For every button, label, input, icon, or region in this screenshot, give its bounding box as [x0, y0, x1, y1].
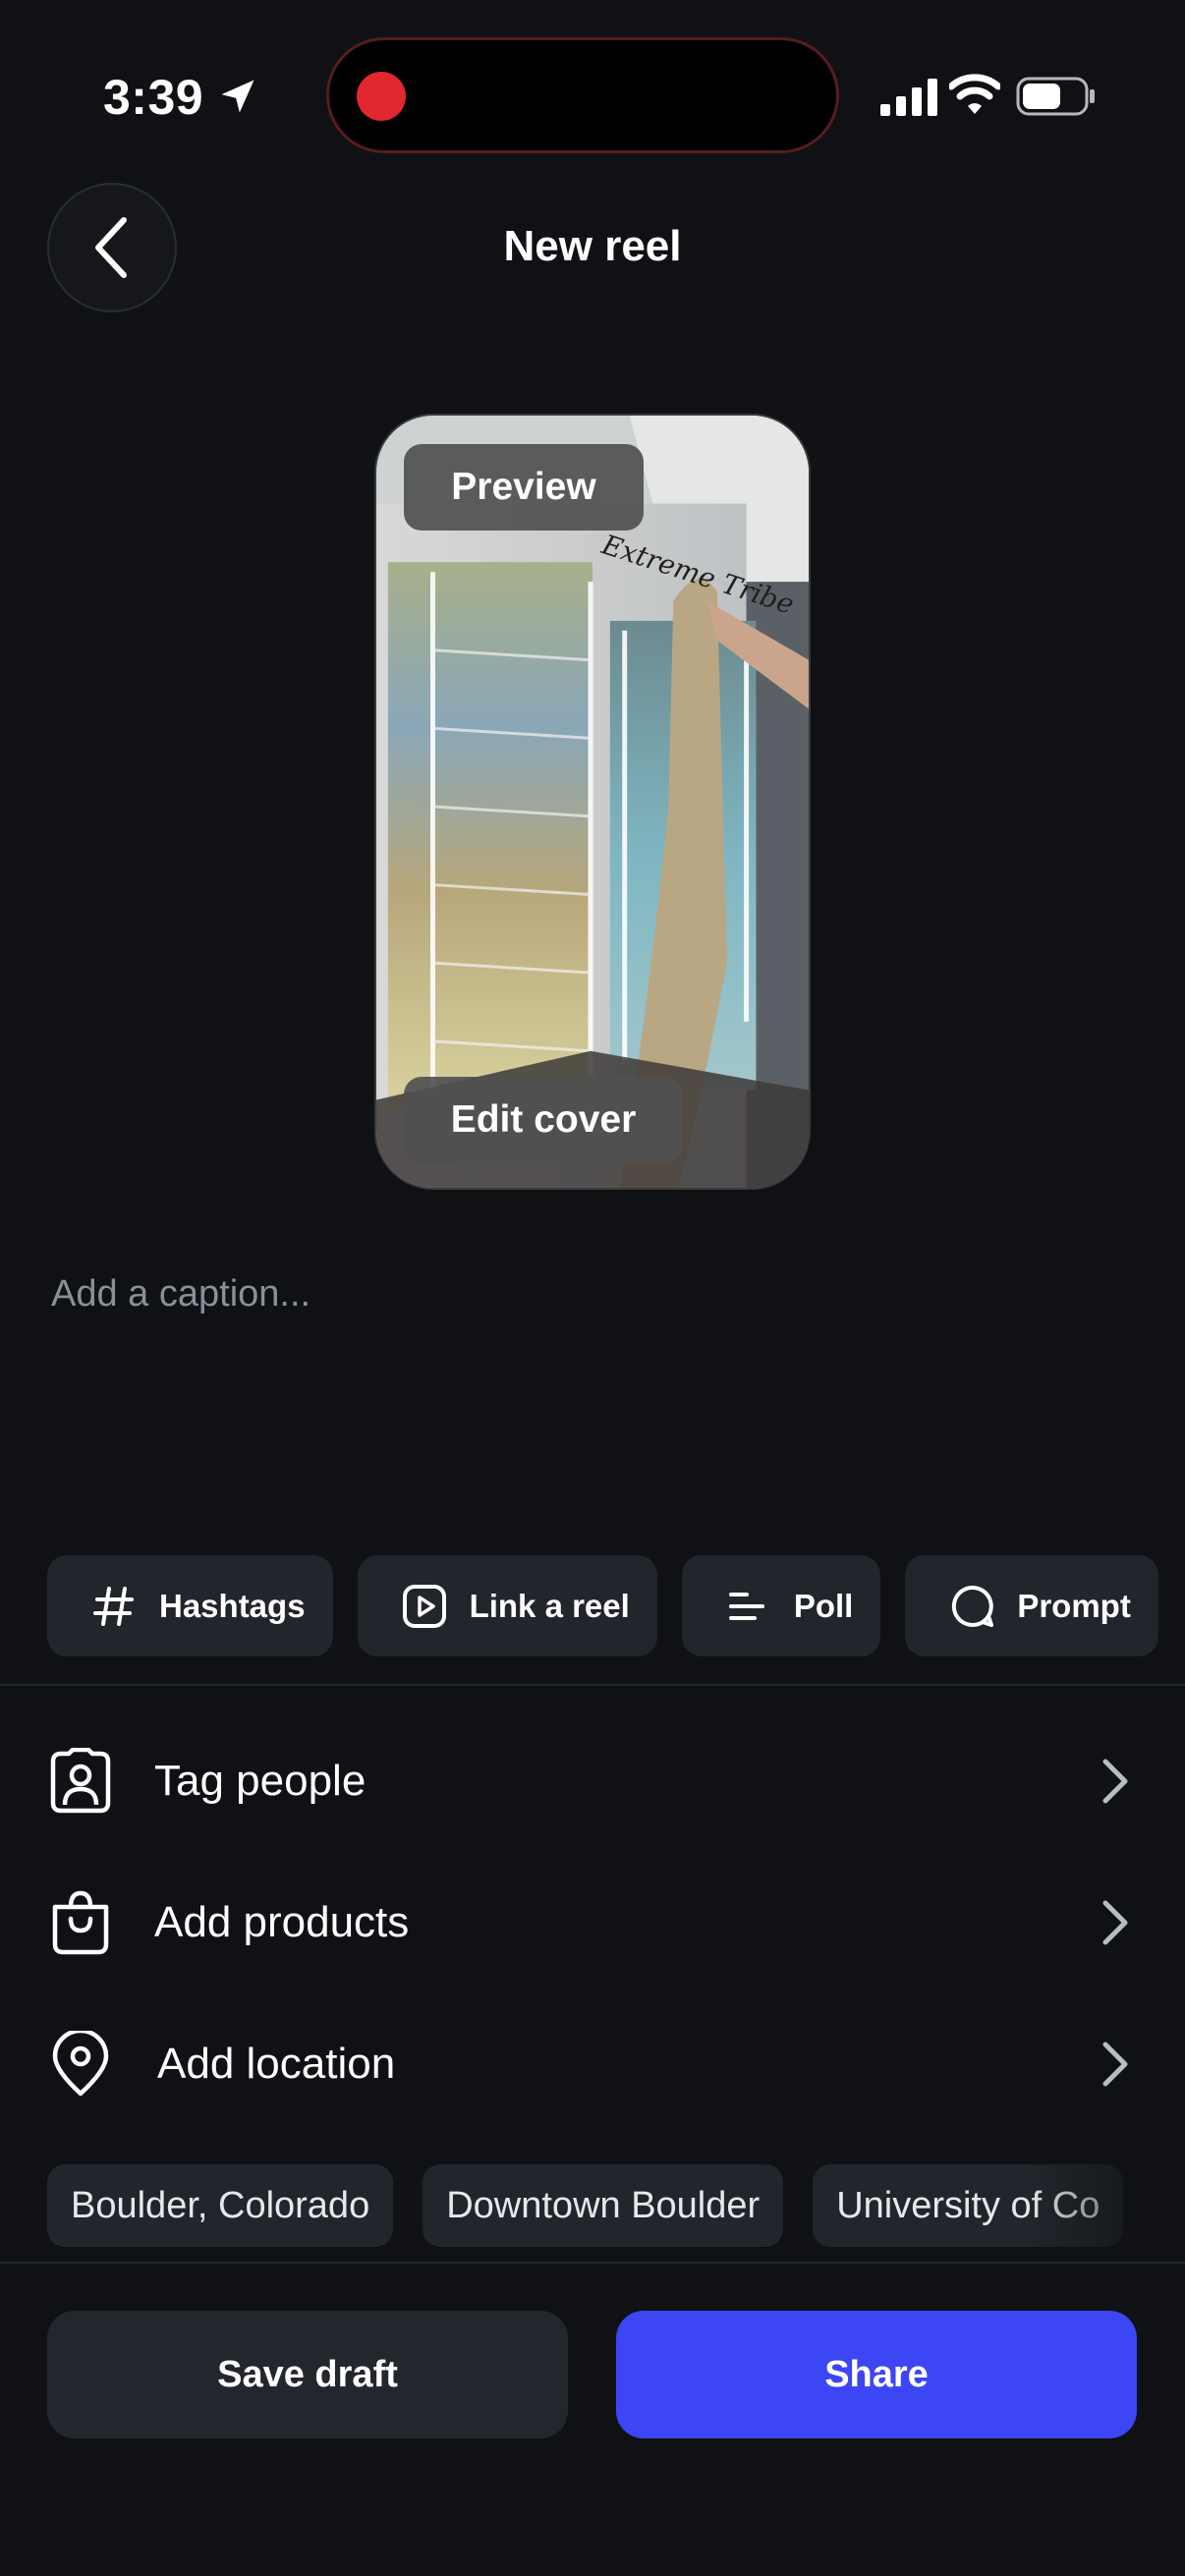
- tag-people-label: Tag people: [154, 1757, 367, 1805]
- poll-icon: [728, 1592, 764, 1620]
- hash-icon: [93, 1586, 134, 1626]
- chevron-right-icon: [1102, 1900, 1128, 1945]
- tag-people-row[interactable]: Tag people: [0, 1717, 1185, 1845]
- add-location-label: Add location: [157, 2040, 396, 2088]
- new-reel-screen: 3:39 New reel Extreme Tribe Preview Edit…: [0, 0, 1185, 2576]
- poll-chip-label: Poll: [793, 1587, 854, 1624]
- tag-person-icon: [50, 1748, 111, 1814]
- poll-chip[interactable]: Poll: [681, 1555, 881, 1656]
- chevron-right-icon: [1102, 1759, 1128, 1804]
- caption-input[interactable]: Add a caption...: [51, 1273, 310, 1316]
- caption-tools-row: Hashtags Link a reel Poll Prompt: [47, 1555, 1185, 1656]
- reel-link-icon: [402, 1584, 446, 1628]
- prompt-chip[interactable]: Prompt: [905, 1555, 1158, 1656]
- chevron-right-icon: [1102, 2042, 1128, 2087]
- edit-cover-button[interactable]: Edit cover: [404, 1077, 683, 1163]
- location-suggestion-chip[interactable]: Boulder, Colorado: [47, 2164, 394, 2247]
- save-draft-button[interactable]: Save draft: [47, 2311, 568, 2438]
- reel-video-frame: Extreme Tribe: [376, 416, 809, 1188]
- page-title: New reel: [503, 222, 682, 270]
- bottom-divider: [0, 2262, 1185, 2264]
- location-suggestions: Boulder, Colorado Downtown Boulder Unive…: [47, 2164, 1185, 2247]
- prompt-bubble-icon: [952, 1585, 994, 1627]
- hashtags-chip-label: Hashtags: [159, 1587, 306, 1624]
- share-button[interactable]: Share: [616, 2311, 1137, 2438]
- add-products-row[interactable]: Add products: [0, 1859, 1185, 1987]
- location-suggestion-chip[interactable]: University of Co: [813, 2164, 1124, 2247]
- battery-icon: [1016, 77, 1095, 116]
- cellular-signal-icon: [880, 79, 937, 116]
- link-a-reel-chip[interactable]: Link a reel: [357, 1555, 657, 1656]
- location-suggestion-chip[interactable]: Downtown Boulder: [423, 2164, 784, 2247]
- location-pin-icon: [52, 2031, 109, 2097]
- preview-button[interactable]: Preview: [404, 444, 644, 531]
- wifi-icon: [949, 74, 1000, 114]
- dynamic-island: [326, 37, 839, 153]
- section-divider: [0, 1684, 1185, 1686]
- link-a-reel-chip-label: Link a reel: [469, 1587, 630, 1624]
- prompt-chip-label: Prompt: [1017, 1587, 1131, 1624]
- status-time: 3:39: [103, 70, 204, 125]
- recording-indicator-icon: [357, 72, 406, 121]
- location-arrow-icon: [221, 80, 254, 113]
- add-products-label: Add products: [154, 1898, 410, 1946]
- hashtags-chip[interactable]: Hashtags: [47, 1555, 333, 1656]
- reel-preview-thumbnail[interactable]: Extreme Tribe Preview Edit cover: [374, 414, 811, 1190]
- shopping-bag-icon: [52, 1890, 109, 1955]
- add-location-row[interactable]: Add location: [0, 2000, 1185, 2128]
